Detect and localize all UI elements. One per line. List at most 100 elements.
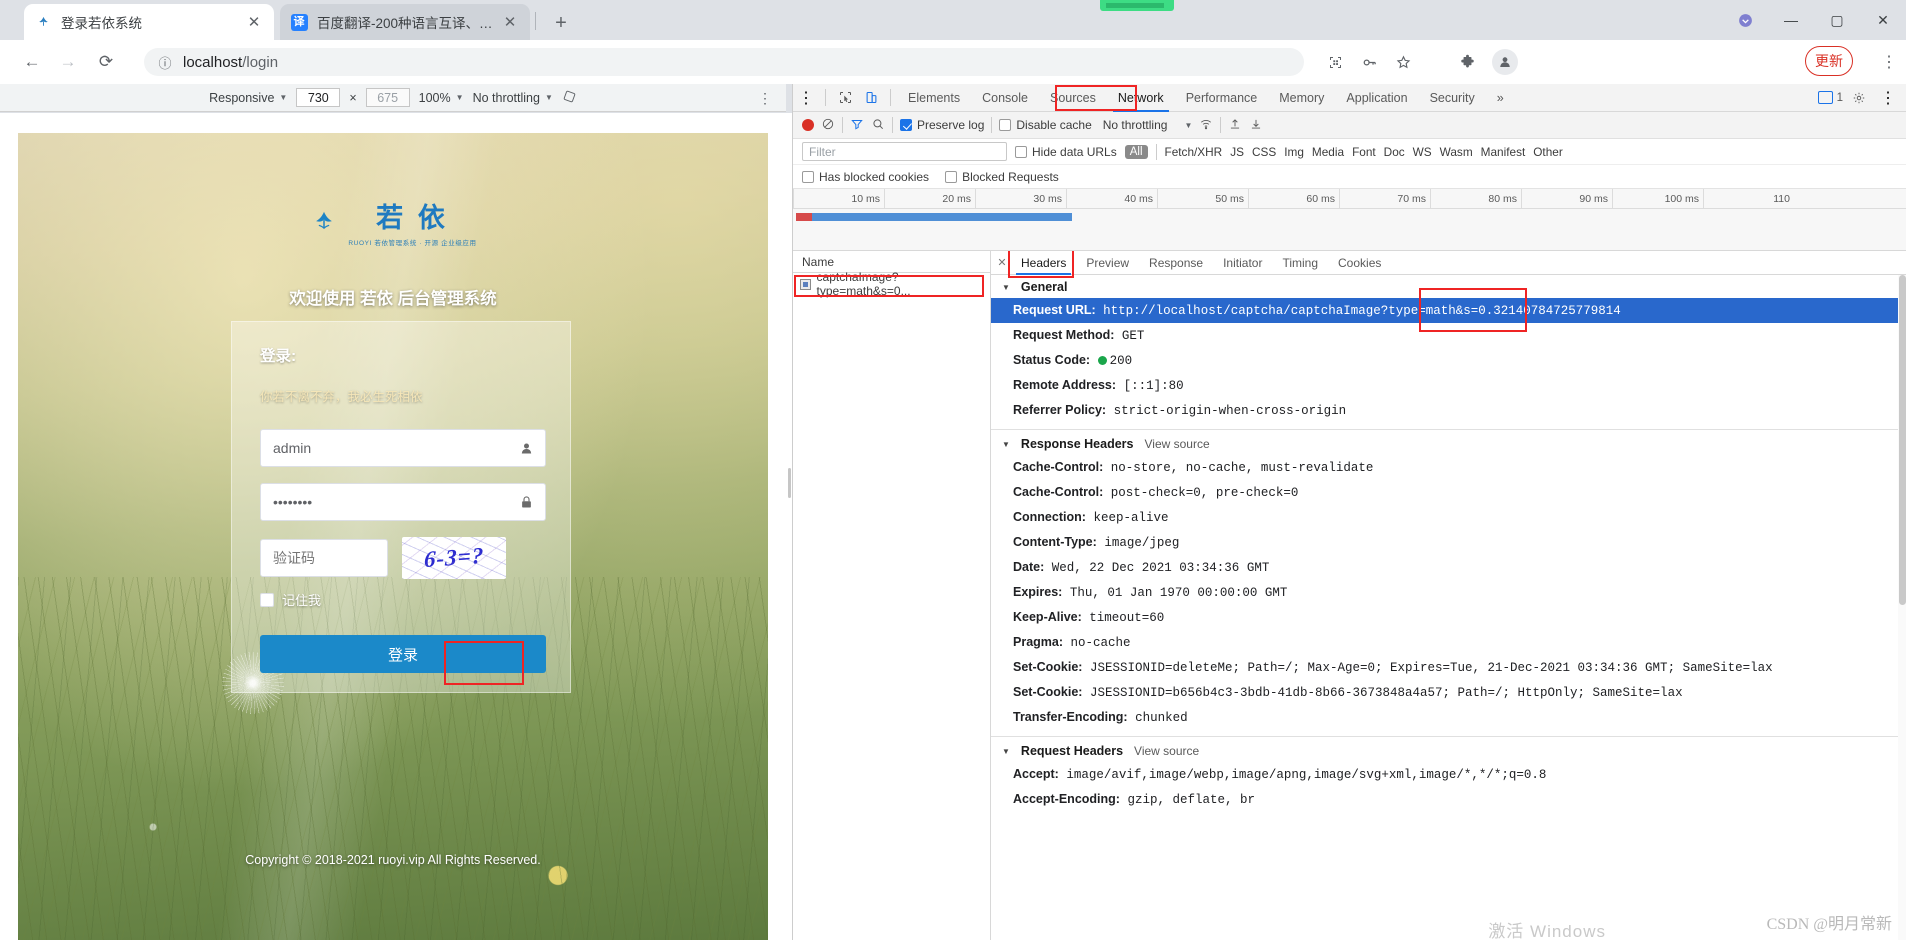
resource-type-manifest[interactable]: Manifest bbox=[1481, 145, 1526, 159]
device-preset-select[interactable]: Responsive ▼ bbox=[209, 91, 287, 105]
filter-input[interactable]: Filter bbox=[802, 142, 1007, 161]
resource-type-img[interactable]: Img bbox=[1284, 145, 1304, 159]
forward-button[interactable]: → bbox=[56, 50, 80, 74]
section-request-headers-title[interactable]: ▼ Request Headers View source bbox=[991, 739, 1906, 762]
qrcode-icon[interactable] bbox=[1320, 48, 1350, 76]
close-detail-icon[interactable]: ✕ bbox=[993, 256, 1011, 269]
throttling-select[interactable]: No throttling ▼ bbox=[473, 91, 553, 105]
close-icon[interactable]: ✕ bbox=[244, 12, 264, 32]
remember-me-checkbox[interactable] bbox=[260, 592, 274, 607]
profile-avatar-icon[interactable] bbox=[1492, 49, 1518, 75]
resource-type-fetch-xhr[interactable]: Fetch/XHR bbox=[1165, 145, 1223, 159]
hide-data-urls-checkbox[interactable] bbox=[1015, 145, 1027, 158]
devtools-tab-application[interactable]: Application bbox=[1335, 84, 1418, 112]
has-blocked-cookies-toggle[interactable]: Has blocked cookies bbox=[802, 170, 929, 184]
splitter-grip[interactable] bbox=[788, 468, 791, 498]
username-field[interactable] bbox=[260, 429, 546, 467]
maximize-button[interactable]: ▢ bbox=[1814, 0, 1860, 40]
has-blocked-cookies-checkbox[interactable] bbox=[802, 170, 814, 183]
password-field[interactable] bbox=[260, 483, 546, 521]
filter-funnel-icon[interactable] bbox=[850, 117, 864, 134]
scrollbar-thumb[interactable] bbox=[1899, 275, 1906, 605]
resource-type-media[interactable]: Media bbox=[1312, 145, 1344, 159]
preserve-log-checkbox[interactable] bbox=[900, 119, 912, 131]
viewport-height-input[interactable]: 675 bbox=[365, 88, 410, 107]
inspect-cursor-icon[interactable] bbox=[832, 85, 858, 111]
chrome-menu-button[interactable]: ⋮ bbox=[1878, 48, 1900, 76]
zoom-select[interactable]: 100% ▼ bbox=[419, 91, 464, 105]
devtools-tab-overflow[interactable]: » bbox=[1486, 84, 1515, 112]
devtools-kebab-left[interactable]: ⋮ bbox=[793, 85, 819, 111]
import-har-icon[interactable] bbox=[1228, 117, 1242, 134]
username-input[interactable] bbox=[273, 440, 533, 456]
resource-type-font[interactable]: Font bbox=[1352, 145, 1376, 159]
detail-tab-cookies[interactable]: Cookies bbox=[1328, 251, 1391, 275]
resource-type-other[interactable]: Other bbox=[1533, 145, 1563, 159]
search-icon[interactable] bbox=[871, 117, 885, 134]
devtools-tab-performance[interactable]: Performance bbox=[1175, 84, 1269, 112]
detail-tab-initiator[interactable]: Initiator bbox=[1213, 251, 1272, 275]
export-har-icon[interactable] bbox=[1249, 117, 1263, 134]
minimize-button[interactable]: — bbox=[1768, 0, 1814, 40]
blocked-requests-checkbox[interactable] bbox=[945, 170, 958, 183]
star-icon[interactable] bbox=[1388, 48, 1418, 76]
captcha-field[interactable] bbox=[260, 539, 388, 577]
detail-scrollbar[interactable] bbox=[1898, 275, 1906, 940]
section-general-title[interactable]: ▼ General bbox=[991, 275, 1906, 298]
detail-tab-timing[interactable]: Timing bbox=[1272, 251, 1328, 275]
section-response-headers-title[interactable]: ▼ Response Headers View source bbox=[991, 432, 1906, 455]
resource-type-ws[interactable]: WS bbox=[1413, 145, 1432, 159]
resource-type-css[interactable]: CSS bbox=[1252, 145, 1276, 159]
resource-type-wasm[interactable]: Wasm bbox=[1440, 145, 1473, 159]
captcha-image[interactable]: 6-3=? bbox=[402, 537, 506, 579]
password-input[interactable] bbox=[273, 494, 533, 510]
devtools-tab-sources[interactable]: Sources bbox=[1039, 84, 1107, 112]
blocked-requests-toggle[interactable]: Blocked Requests bbox=[945, 170, 1059, 184]
disable-cache-checkbox[interactable] bbox=[999, 119, 1012, 131]
profile-chip-icon[interactable] bbox=[1722, 0, 1768, 40]
login-button[interactable]: 登录 bbox=[260, 635, 546, 673]
preserve-log-toggle[interactable]: Preserve log bbox=[900, 118, 984, 132]
key-icon[interactable] bbox=[1354, 48, 1384, 76]
view-source-link[interactable]: View source bbox=[1134, 744, 1199, 758]
detail-tab-response[interactable]: Response bbox=[1139, 251, 1213, 275]
reload-button[interactable]: ⟳ bbox=[94, 50, 118, 74]
network-overview-timeline[interactable]: 10 ms 20 ms 30 ms 40 ms 50 ms 60 ms 70 m… bbox=[793, 189, 1906, 251]
device-toolbar-menu[interactable]: ⋮ bbox=[758, 90, 772, 107]
rotate-icon[interactable] bbox=[562, 89, 577, 107]
table-row[interactable]: captchaImage?type=math&s=0... bbox=[793, 270, 990, 298]
gear-icon[interactable] bbox=[1846, 85, 1872, 111]
clear-button[interactable] bbox=[821, 117, 835, 134]
view-source-link[interactable]: View source bbox=[1144, 437, 1209, 451]
remember-me-row[interactable]: 记住我 bbox=[260, 590, 542, 609]
browser-tab-baidu-translate[interactable]: 译 百度翻译-200种语言互译、沟通 ✕ bbox=[280, 4, 530, 40]
resource-type-all[interactable]: All bbox=[1124, 144, 1148, 159]
detail-tab-preview[interactable]: Preview bbox=[1076, 251, 1139, 275]
captcha-input[interactable] bbox=[273, 550, 375, 566]
hide-data-urls-toggle[interactable]: Hide data URLs bbox=[1015, 145, 1117, 159]
network-throttling-select[interactable]: No throttling ▼ bbox=[1103, 118, 1193, 132]
record-button[interactable] bbox=[802, 119, 814, 131]
device-toolbar-icon[interactable] bbox=[858, 85, 884, 111]
devtools-tab-security[interactable]: Security bbox=[1419, 84, 1486, 112]
network-conditions-icon[interactable] bbox=[1199, 117, 1213, 134]
resource-type-js[interactable]: JS bbox=[1230, 145, 1244, 159]
detail-tab-headers[interactable]: Headers bbox=[1011, 251, 1076, 275]
update-button[interactable]: 更新 bbox=[1805, 46, 1853, 76]
site-info-icon[interactable]: ⓘ bbox=[156, 53, 174, 71]
new-tab-button[interactable]: + bbox=[548, 10, 574, 36]
issues-counter[interactable]: 1 bbox=[1817, 91, 1843, 104]
devtools-tab-console[interactable]: Console bbox=[971, 84, 1039, 112]
devtools-tab-memory[interactable]: Memory bbox=[1268, 84, 1335, 112]
disable-cache-toggle[interactable]: Disable cache bbox=[999, 118, 1092, 132]
devtools-tab-elements[interactable]: Elements bbox=[897, 84, 971, 112]
close-window-button[interactable]: ✕ bbox=[1860, 0, 1906, 40]
back-button[interactable]: ← bbox=[20, 50, 44, 74]
devtools-more-icon[interactable]: ⋮ bbox=[1875, 85, 1901, 111]
address-bar[interactable]: ⓘ localhost/login bbox=[144, 48, 1304, 76]
close-icon[interactable]: ✕ bbox=[500, 12, 520, 32]
devtools-tab-network[interactable]: Network bbox=[1107, 84, 1175, 112]
viewport-width-input[interactable]: 730 bbox=[296, 88, 341, 107]
browser-tab-ruoyi[interactable]: 登录若依系统 ✕ bbox=[24, 4, 274, 40]
puzzle-icon[interactable] bbox=[1452, 48, 1482, 76]
